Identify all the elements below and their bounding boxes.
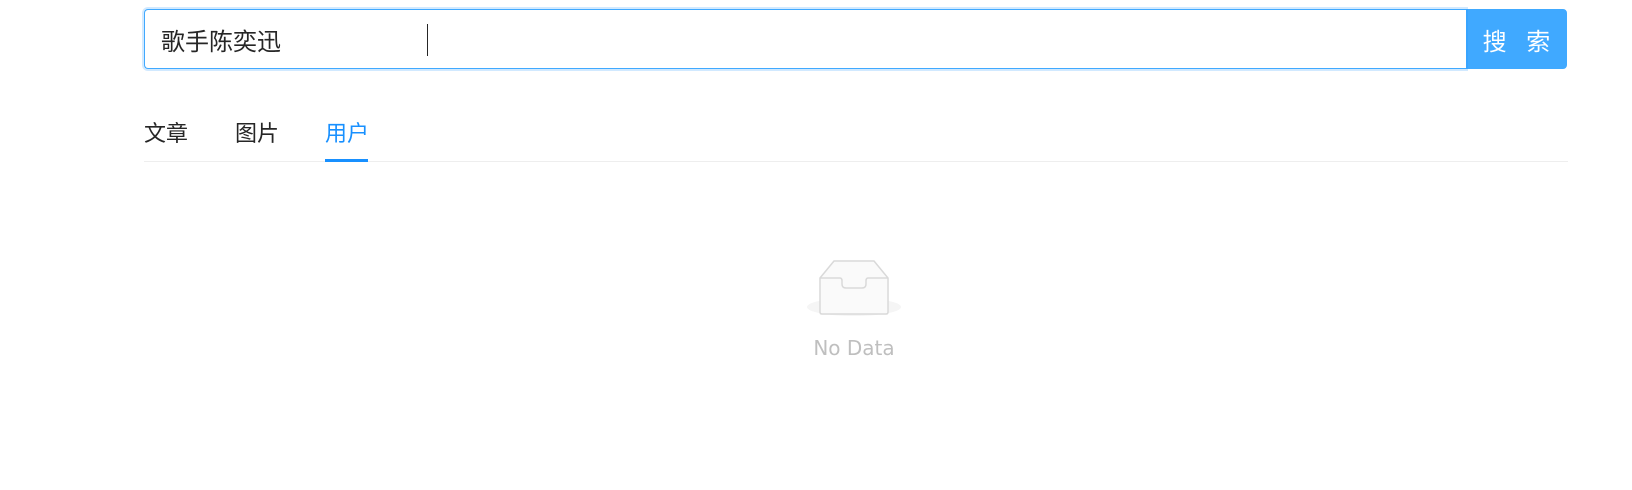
empty-inbox-icon bbox=[807, 260, 901, 316]
text-caret bbox=[427, 24, 428, 56]
result-tabs: 文章 图片 用户 bbox=[144, 108, 1568, 162]
search-input[interactable] bbox=[145, 10, 1466, 68]
empty-state-text: No Data bbox=[813, 336, 895, 360]
search-button[interactable]: 搜 索 bbox=[1466, 9, 1567, 69]
search-bar: 搜 索 bbox=[144, 9, 1567, 69]
tab-active-indicator bbox=[325, 159, 368, 162]
tab-article[interactable]: 文章 bbox=[144, 116, 188, 148]
tab-image[interactable]: 图片 bbox=[235, 116, 279, 148]
search-page: 搜 索 文章 图片 用户 No Data bbox=[0, 0, 1632, 490]
search-input-wrapper bbox=[144, 9, 1466, 69]
tab-user[interactable]: 用户 bbox=[325, 116, 369, 148]
